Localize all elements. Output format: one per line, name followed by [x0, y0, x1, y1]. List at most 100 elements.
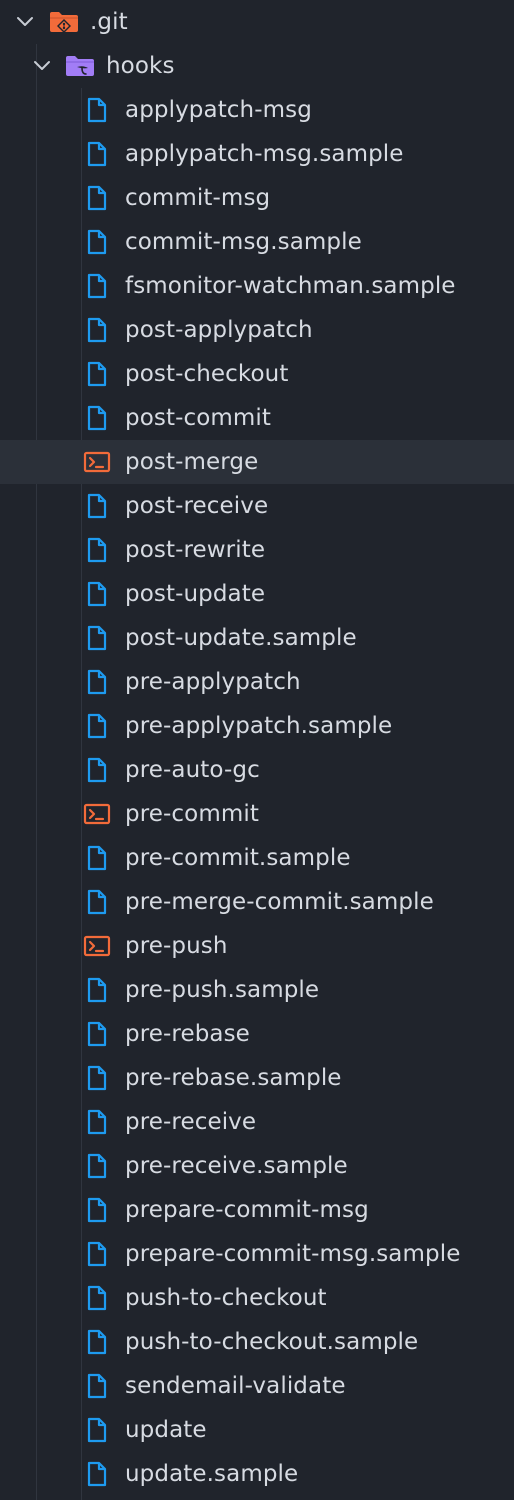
- file-icon: [82, 1021, 112, 1047]
- file-label: push-to-checkout: [125, 1285, 327, 1311]
- file-icon: [82, 1197, 112, 1223]
- file-row[interactable]: fsmonitor-watchman.sample: [0, 264, 514, 308]
- file-label: pre-receive: [125, 1109, 257, 1135]
- file-row[interactable]: post-update: [0, 572, 514, 616]
- file-icon: [82, 757, 112, 783]
- file-icon: [82, 273, 112, 299]
- file-icon: [82, 625, 112, 651]
- file-row[interactable]: pre-applypatch.sample: [0, 704, 514, 748]
- file-row[interactable]: applypatch-msg: [0, 88, 514, 132]
- file-icon: [82, 1065, 112, 1091]
- file-icon: [82, 361, 112, 387]
- file-row[interactable]: pre-auto-gc: [0, 748, 514, 792]
- file-label: commit-msg: [125, 185, 271, 211]
- file-label: post-checkout: [125, 361, 289, 387]
- file-label: pre-push.sample: [125, 977, 320, 1003]
- file-icon: [82, 1153, 112, 1179]
- terminal-icon: [82, 450, 112, 474]
- file-label: commit-msg.sample: [125, 229, 362, 255]
- file-icon: [82, 405, 112, 431]
- file-icon: [82, 669, 112, 695]
- file-row[interactable]: pre-rebase.sample: [0, 1056, 514, 1100]
- file-icon: [82, 229, 112, 255]
- file-icon: [82, 1461, 112, 1487]
- file-row[interactable]: push-to-checkout.sample: [0, 1320, 514, 1364]
- file-label: post-merge: [125, 449, 259, 475]
- file-icon: [82, 141, 112, 167]
- file-icon: [82, 1417, 112, 1443]
- git-folder-icon: [49, 10, 79, 34]
- file-row[interactable]: update.sample: [0, 1452, 514, 1496]
- file-row[interactable]: pre-push: [0, 924, 514, 968]
- terminal-icon: [82, 802, 112, 826]
- file-row[interactable]: pre-receive.sample: [0, 1144, 514, 1188]
- file-label: post-commit: [125, 405, 272, 431]
- file-label: prepare-commit-msg: [125, 1197, 369, 1223]
- file-row[interactable]: prepare-commit-msg.sample: [0, 1232, 514, 1276]
- chevron-down-icon[interactable]: [32, 56, 52, 76]
- file-label: pre-rebase: [125, 1021, 250, 1047]
- file-label: pre-commit.sample: [125, 845, 351, 871]
- file-label: pre-applypatch: [125, 669, 301, 695]
- file-row[interactable]: update: [0, 1408, 514, 1452]
- file-icon: [82, 1329, 112, 1355]
- file-row[interactable]: sendemail-validate: [0, 1364, 514, 1408]
- file-label: prepare-commit-msg.sample: [125, 1241, 461, 1267]
- file-label: update.sample: [125, 1461, 299, 1487]
- file-label: sendemail-validate: [125, 1373, 346, 1399]
- file-row[interactable]: pre-push.sample: [0, 968, 514, 1012]
- file-row[interactable]: applypatch-msg.sample: [0, 132, 514, 176]
- file-row[interactable]: commit-msg.sample: [0, 220, 514, 264]
- file-row[interactable]: pre-applypatch: [0, 660, 514, 704]
- file-label: pre-merge-commit.sample: [125, 889, 434, 915]
- file-label: pre-applypatch.sample: [125, 713, 393, 739]
- file-icon: [82, 1241, 112, 1267]
- folder-row-git[interactable]: .git: [0, 0, 514, 44]
- file-label: push-to-checkout.sample: [125, 1329, 419, 1355]
- file-label: post-update.sample: [125, 625, 357, 651]
- file-label: pre-push: [125, 933, 228, 959]
- file-explorer-tree: .git hooks applypatch-msg applypatch-msg.…: [0, 0, 514, 1500]
- file-row[interactable]: push-to-checkout: [0, 1276, 514, 1320]
- file-row[interactable]: post-commit: [0, 396, 514, 440]
- file-icon: [82, 845, 112, 871]
- file-label: post-applypatch: [125, 317, 313, 343]
- file-row[interactable]: prepare-commit-msg: [0, 1188, 514, 1232]
- file-row[interactable]: pre-commit: [0, 792, 514, 836]
- file-icon: [82, 185, 112, 211]
- file-icon: [82, 1285, 112, 1311]
- file-label: fsmonitor-watchman.sample: [125, 273, 456, 299]
- file-row[interactable]: commit-msg: [0, 176, 514, 220]
- file-icon: [82, 713, 112, 739]
- file-label: update: [125, 1417, 207, 1443]
- file-row[interactable]: post-applypatch: [0, 308, 514, 352]
- file-row[interactable]: post-rewrite: [0, 528, 514, 572]
- file-icon: [82, 889, 112, 915]
- file-icon: [82, 1373, 112, 1399]
- file-icon: [82, 1109, 112, 1135]
- file-row[interactable]: pre-merge-commit.sample: [0, 880, 514, 924]
- file-label: pre-auto-gc: [125, 757, 260, 783]
- folder-row-hooks[interactable]: hooks: [0, 44, 514, 88]
- file-icon: [82, 317, 112, 343]
- chevron-down-icon[interactable]: [15, 12, 35, 32]
- file-label: pre-rebase.sample: [125, 1065, 342, 1091]
- folder-label: hooks: [106, 53, 175, 79]
- file-row[interactable]: post-receive: [0, 484, 514, 528]
- file-label: post-update: [125, 581, 266, 607]
- file-row[interactable]: pre-commit.sample: [0, 836, 514, 880]
- file-icon: [82, 493, 112, 519]
- file-label: pre-receive.sample: [125, 1153, 348, 1179]
- file-label: pre-commit: [125, 801, 259, 827]
- file-row[interactable]: pre-receive: [0, 1100, 514, 1144]
- file-row[interactable]: post-checkout: [0, 352, 514, 396]
- file-row[interactable]: post-update.sample: [0, 616, 514, 660]
- file-label: applypatch-msg.sample: [125, 141, 404, 167]
- file-label: applypatch-msg: [125, 97, 312, 123]
- folder-label: .git: [90, 9, 128, 35]
- file-icon: [82, 977, 112, 1003]
- file-row[interactable]: post-merge: [0, 440, 514, 484]
- file-label: post-receive: [125, 493, 269, 519]
- file-row[interactable]: pre-rebase: [0, 1012, 514, 1056]
- file-label: post-rewrite: [125, 537, 266, 563]
